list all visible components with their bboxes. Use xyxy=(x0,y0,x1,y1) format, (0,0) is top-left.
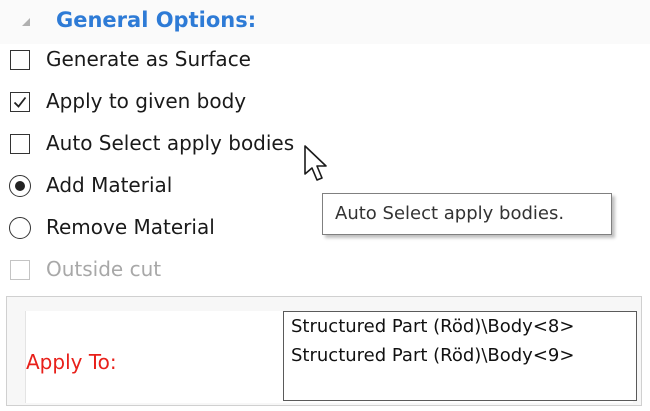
outside-cut-option: Outside cut xyxy=(0,254,330,288)
add-material-radio[interactable] xyxy=(9,175,31,197)
apply-to-label: Apply To: xyxy=(26,350,117,374)
remove-material-radio[interactable] xyxy=(9,217,31,239)
tooltip: Auto Select apply bodies. xyxy=(322,193,612,235)
checkmark-icon xyxy=(13,96,27,108)
list-item[interactable]: Structured Part (Röd)\Body<9> xyxy=(291,345,574,366)
generate-as-surface-label: Generate as Surface xyxy=(46,47,251,71)
remove-material-option[interactable]: Remove Material xyxy=(0,212,330,246)
apply-to-given-body-option[interactable]: Apply to given body xyxy=(0,86,330,120)
section-title: General Options: xyxy=(56,8,257,32)
apply-to-given-body-label: Apply to given body xyxy=(46,89,247,113)
collapse-triangle-icon[interactable] xyxy=(20,16,32,28)
add-material-option[interactable]: Add Material xyxy=(0,170,330,204)
mouse-pointer-icon xyxy=(304,145,327,181)
apply-to-given-body-checkbox[interactable] xyxy=(10,92,30,112)
auto-select-apply-bodies-option[interactable]: Auto Select apply bodies xyxy=(0,128,330,162)
outside-cut-checkbox xyxy=(10,260,30,280)
outside-cut-label: Outside cut xyxy=(46,257,162,281)
tooltip-text: Auto Select apply bodies. xyxy=(335,203,565,224)
radio-selected-dot xyxy=(14,180,25,191)
list-item[interactable]: Structured Part (Röd)\Body<8> xyxy=(291,316,574,337)
general-options-header[interactable]: General Options: xyxy=(0,0,650,44)
auto-select-apply-bodies-label: Auto Select apply bodies xyxy=(46,131,295,155)
generate-as-surface-option[interactable]: Generate as Surface xyxy=(0,44,330,78)
apply-to-body-list[interactable]: Structured Part (Röd)\Body<8> Structured… xyxy=(283,311,637,401)
remove-material-label: Remove Material xyxy=(46,215,215,239)
generate-as-surface-checkbox[interactable] xyxy=(10,50,30,70)
add-material-label: Add Material xyxy=(46,173,173,197)
auto-select-apply-bodies-checkbox[interactable] xyxy=(10,134,30,154)
